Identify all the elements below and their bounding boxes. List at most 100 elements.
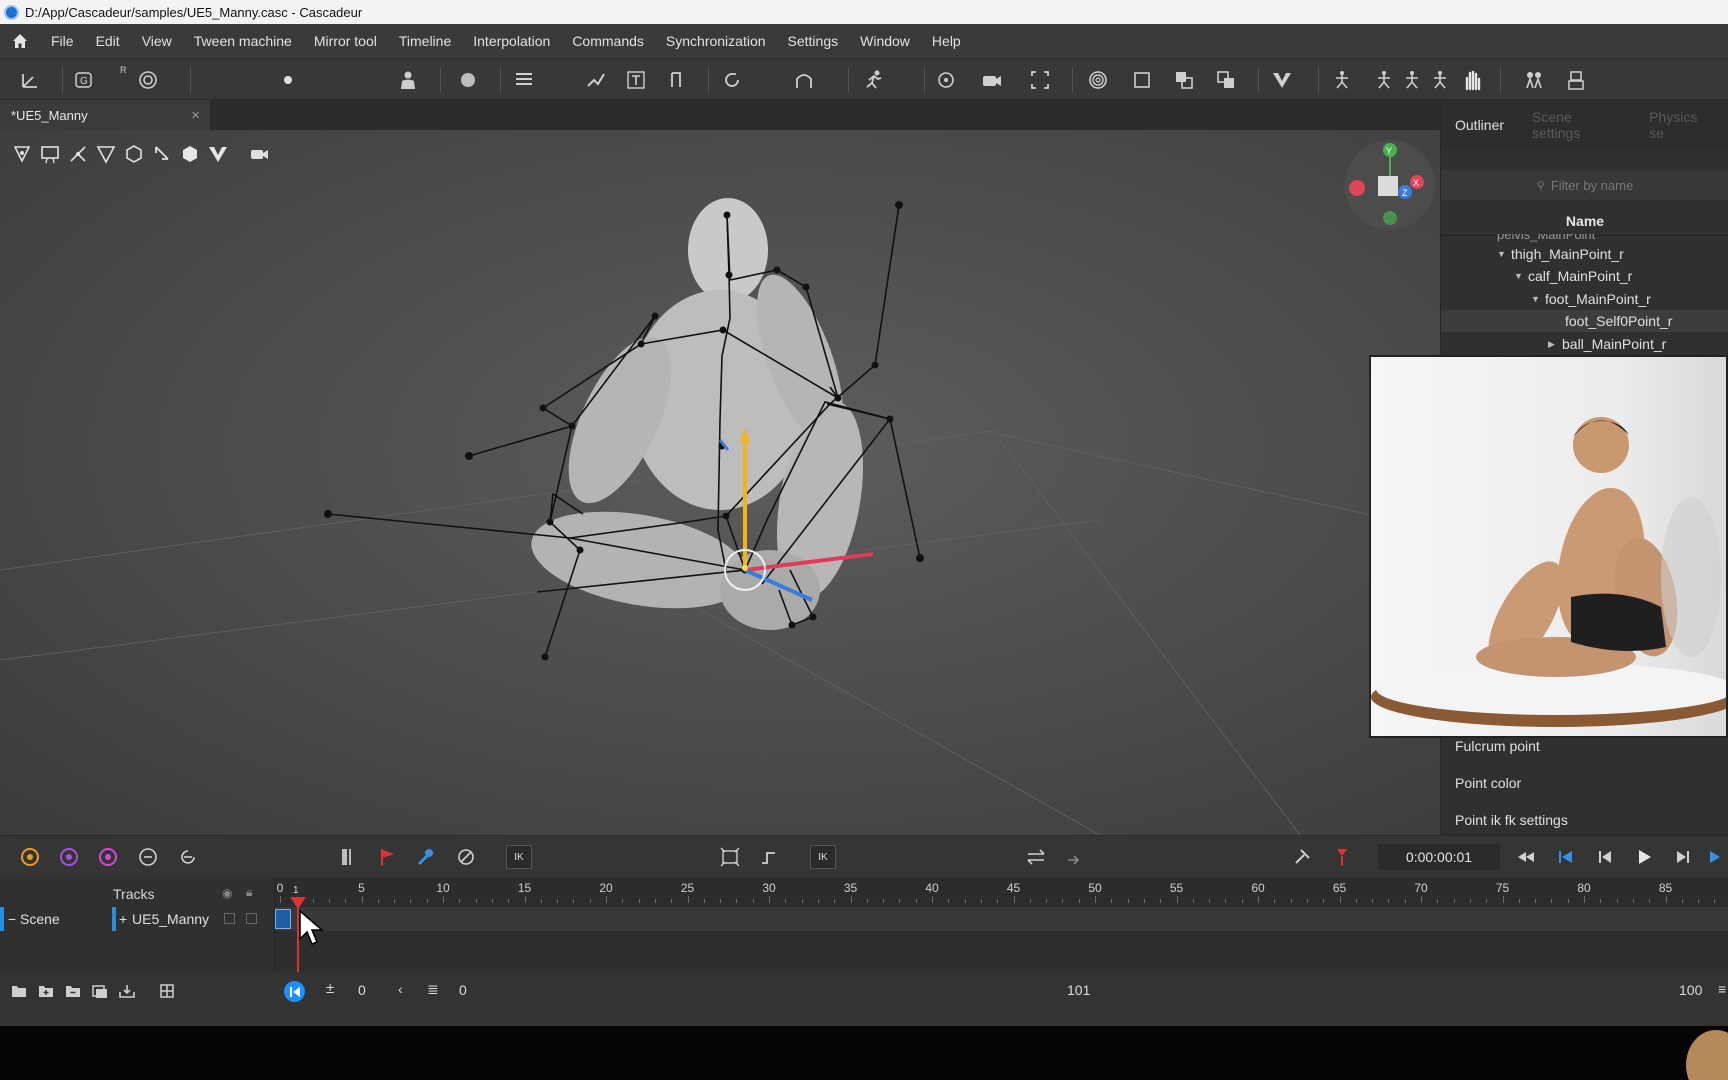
keyframe-block[interactable] xyxy=(275,909,291,929)
timeline-ruler[interactable]: 0 5 10 15 20 25 30 35 40 45 50 55 60 65 70 75 80 85 xyxy=(275,877,1728,903)
skeleton2-icon[interactable] xyxy=(1372,69,1396,91)
track-row-ue5-manny[interactable] xyxy=(275,907,1728,931)
tree-row-thigh[interactable]: ▼ thigh_MainPoint_r xyxy=(1497,243,1624,265)
skeleton4-icon[interactable] xyxy=(1428,69,1452,91)
scene-collapse-icon[interactable]: − xyxy=(8,911,16,927)
property-point-color[interactable]: Point color xyxy=(1455,775,1521,791)
triangle-icon[interactable] xyxy=(92,141,120,167)
tree-row-foot-self[interactable]: foot_Self0Point_r xyxy=(1441,310,1728,332)
add-folder-icon[interactable] xyxy=(8,980,30,1002)
swap-icon[interactable] xyxy=(1024,845,1048,869)
column-header-name[interactable]: Name xyxy=(1441,206,1728,236)
go-start-icon[interactable] xyxy=(1554,845,1578,869)
axes-icon[interactable] xyxy=(18,69,42,91)
reset-icon[interactable] xyxy=(176,845,200,869)
frame-icon[interactable] xyxy=(1028,69,1052,91)
menu-settings[interactable]: Settings xyxy=(777,33,850,49)
stairs-icon[interactable] xyxy=(584,69,608,91)
plus-minus-icon[interactable]: ± xyxy=(326,980,334,997)
menu-window[interactable]: Window xyxy=(849,33,921,49)
camera-icon[interactable] xyxy=(246,141,274,167)
cube-outline-icon[interactable] xyxy=(120,141,148,167)
menu-edit[interactable]: Edit xyxy=(85,33,131,49)
ik-toggle-2[interactable]: IK xyxy=(810,845,836,869)
overlap-icon[interactable] xyxy=(1172,69,1196,91)
step-forward-icon[interactable] xyxy=(1671,845,1695,869)
expand-arrow-icon[interactable]: ▼ xyxy=(1531,294,1545,304)
menu-mirror-tool[interactable]: Mirror tool xyxy=(303,33,388,49)
tab-physics-settings[interactable]: Physics se xyxy=(1635,109,1728,141)
red-marker-icon[interactable] xyxy=(1330,845,1354,869)
step-value[interactable]: 0 xyxy=(459,982,467,998)
orange-point-icon[interactable] xyxy=(18,845,42,869)
bones-icon[interactable] xyxy=(64,141,92,167)
camera-icon[interactable] xyxy=(980,69,1004,91)
target-icon[interactable] xyxy=(934,69,958,91)
document-tab[interactable]: *UE5_Manny × xyxy=(0,100,210,130)
key-icon[interactable] xyxy=(414,845,438,869)
tab-scene-settings[interactable]: Scene settings xyxy=(1518,109,1635,141)
disable-icon[interactable] xyxy=(454,845,478,869)
swap-time-icon[interactable] xyxy=(1064,845,1088,869)
person-icon[interactable] xyxy=(396,69,420,91)
tree-row-calf[interactable]: ▼ calf_MainPoint_r xyxy=(1514,265,1632,287)
menu-file[interactable]: File xyxy=(40,33,85,49)
expand-arrow-icon[interactable]: ▼ xyxy=(1514,271,1528,281)
stack-icon[interactable] xyxy=(512,69,536,91)
menu-tween-machine[interactable]: Tween machine xyxy=(183,33,303,49)
skeleton-icon[interactable] xyxy=(1330,69,1354,91)
collapse-arrow-icon[interactable]: ▶ xyxy=(1548,339,1562,350)
text-icon[interactable] xyxy=(624,69,648,91)
pin-tool-icon[interactable] xyxy=(1290,845,1314,869)
cursor-icon[interactable]: G xyxy=(72,69,96,91)
duplicate-track-icon[interactable] xyxy=(89,980,111,1002)
v-logo-icon[interactable] xyxy=(204,141,232,167)
box-icon[interactable] xyxy=(1130,69,1154,91)
menu-interpolation[interactable]: Interpolation xyxy=(462,33,561,49)
timecode-display[interactable]: 0:00:00:01 xyxy=(1378,844,1500,870)
ik-toggle[interactable]: IK xyxy=(506,845,532,869)
menu-commands[interactable]: Commands xyxy=(561,33,655,49)
expand-arrow-icon[interactable]: ▼ xyxy=(1497,249,1511,259)
import-track-icon[interactable] xyxy=(116,980,138,1002)
tab-outliner[interactable]: Outliner xyxy=(1441,117,1518,133)
select-joint-icon[interactable] xyxy=(8,141,36,167)
lock-icon[interactable]: 🔒︎ xyxy=(246,885,252,900)
property-fulcrum-point[interactable]: Fulcrum point xyxy=(1455,738,1540,754)
bracket-icon[interactable] xyxy=(664,69,688,91)
layers-icon[interactable] xyxy=(1214,69,1238,91)
add-track-icon[interactable] xyxy=(35,980,57,1002)
skeleton3-icon[interactable] xyxy=(1400,69,1424,91)
tree-row-ball[interactable]: ▶ ball_MainPoint_r xyxy=(1548,333,1666,355)
red-flag-icon[interactable] xyxy=(376,845,400,869)
hands-icon[interactable] xyxy=(1522,69,1546,91)
swirl-icon[interactable] xyxy=(1086,69,1110,91)
object-expand-icon[interactable]: + xyxy=(119,911,127,927)
3d-viewport[interactable]: Y X Z xyxy=(0,130,1440,835)
rect-select-icon[interactable] xyxy=(36,141,64,167)
eraser-icon[interactable] xyxy=(456,69,480,91)
orientation-gizmo[interactable]: Y X Z xyxy=(1345,140,1435,230)
home-icon[interactable] xyxy=(0,33,40,49)
menu-timeline[interactable]: Timeline xyxy=(388,33,462,49)
interval-icon[interactable] xyxy=(336,845,360,869)
go-end-icon[interactable] xyxy=(1704,845,1728,869)
chevron-left-icon[interactable]: ‹ xyxy=(398,981,403,997)
magenta-point-icon[interactable] xyxy=(96,845,120,869)
remove-track-icon[interactable] xyxy=(62,980,84,1002)
lock-checkbox[interactable] xyxy=(246,913,257,924)
step-back-icon[interactable] xyxy=(1593,845,1617,869)
robot-icon[interactable] xyxy=(1564,69,1588,91)
lasso-icon[interactable] xyxy=(148,141,176,167)
go-to-start-button[interactable] xyxy=(284,981,305,1002)
playhead-marker-icon[interactable] xyxy=(290,897,306,909)
hand-icon[interactable] xyxy=(1460,69,1484,91)
cube-solid-icon[interactable] xyxy=(176,141,204,167)
play-icon[interactable] xyxy=(1632,845,1656,869)
menu-synchronization[interactable]: Synchronization xyxy=(655,33,777,49)
loop-range-icon[interactable] xyxy=(136,845,160,869)
tree-row-foot[interactable]: ▼ foot_MainPoint_r xyxy=(1531,288,1651,310)
purple-point-icon[interactable] xyxy=(57,845,81,869)
menu-view[interactable]: View xyxy=(131,33,183,49)
rotate-icon[interactable] xyxy=(720,69,744,91)
